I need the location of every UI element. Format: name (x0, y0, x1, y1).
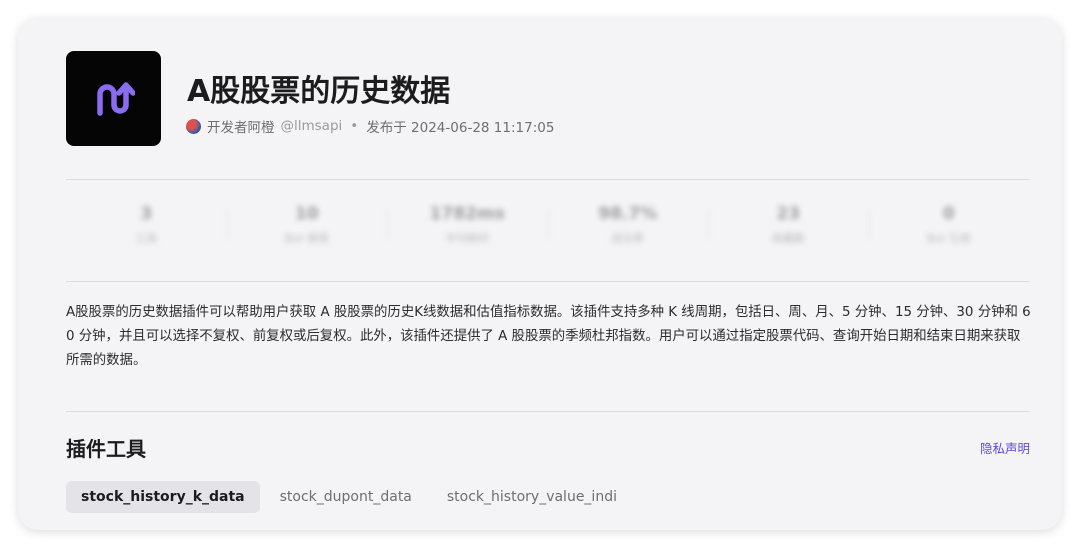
stat-label: 收藏数 (771, 232, 805, 245)
stat-label: 工具 (135, 232, 158, 245)
plugin-card: A股股票的历史数据 开发者阿橙 @llmsapi • 发布于 2024-06-2… (18, 18, 1062, 530)
developer-avatar (186, 118, 201, 134)
stat-label: 成功率 (611, 232, 645, 245)
meta-separator: • (350, 118, 359, 134)
stat-value: 98.7% (598, 204, 658, 224)
privacy-link[interactable]: 隐私声明 (980, 438, 1030, 457)
stat-value: 10 (294, 204, 319, 224)
stat-label: Bot 使用 (284, 232, 329, 245)
stat-label: 平均耗时 (445, 232, 490, 245)
stat-bot-refs: 0 Bot 引用 (868, 198, 1030, 258)
developer-handle[interactable]: @llmsapi (281, 118, 343, 134)
plugin-description: A股股票的历史数据插件可以帮助用户获取 A 股股票的历史K线数据和估值指标数据。… (66, 305, 1031, 368)
plugin-meta: 开发者阿橙 @llmsapi • 发布于 2024-06-28 11:17:05 (186, 116, 555, 136)
stat-favorites: 23 收藏数 (708, 198, 869, 258)
stat-success-rate: 98.7% 成功率 (547, 198, 709, 258)
divider (66, 179, 1029, 180)
tool-tabs: stock_history_k_data stock_dupont_data s… (66, 481, 637, 513)
plugin-title: A股股票的历史数据 (187, 74, 451, 109)
divider (66, 281, 1029, 282)
stat-latency: 1782ms 平均耗时 (387, 198, 548, 258)
stat-value: 3 (140, 204, 153, 224)
stat-bot-usage: 10 Bot 使用 (226, 198, 388, 258)
stat-tools: 3 工具 (66, 198, 227, 258)
developer-name[interactable]: 开发者阿橙 (207, 116, 275, 136)
plugin-logo (66, 51, 161, 146)
stat-label: Bot 引用 (926, 232, 971, 245)
stats-row: 3 工具 10 Bot 使用 1782ms 平均耗时 98.7% 成功率 23 … (66, 198, 1029, 258)
stat-value: 23 (776, 204, 801, 224)
tools-section-title: 插件工具 (66, 437, 146, 461)
divider (66, 411, 1029, 412)
tab-stock-dupont-data[interactable]: stock_dupont_data (265, 481, 427, 513)
publish-date: 发布于 2024-06-28 11:17:05 (366, 120, 555, 136)
tab-stock-history-k-data[interactable]: stock_history_k_data (66, 481, 260, 513)
stat-value: 1782ms (429, 204, 505, 224)
stat-value: 0 (942, 204, 955, 224)
tab-stock-history-value-indi[interactable]: stock_history_value_indi (432, 481, 632, 513)
plugin-logo-icon (96, 81, 135, 116)
